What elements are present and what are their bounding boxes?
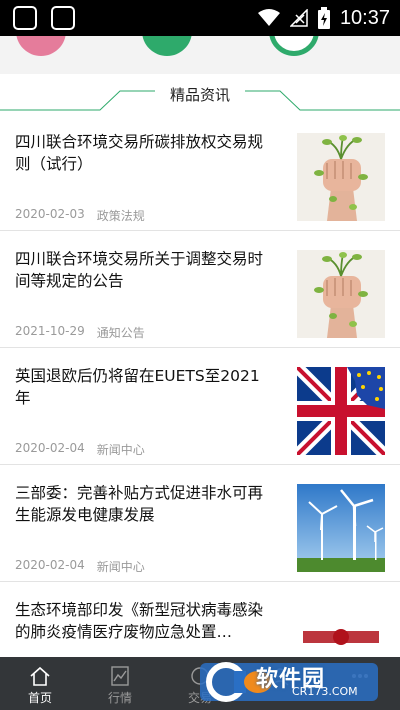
article-category: 通知公告: [96, 326, 145, 340]
article-date: 2020-02-04: [15, 558, 85, 572]
section-header: 精品资讯: [0, 74, 400, 114]
article-title: 四川联合环境交易所关于调整交易时间等规定的公告: [15, 250, 264, 290]
watermark-logo: 软件园 CR173.COM: [200, 659, 380, 705]
nav-label: 行情: [107, 691, 132, 705]
nav-market[interactable]: 行情: [90, 665, 150, 707]
article-title: 英国退欧后仍将留在EUETS至2021年: [15, 367, 260, 407]
category-icon[interactable]: [269, 36, 319, 56]
home-icon: [30, 666, 50, 686]
battery-charging-icon: [317, 7, 330, 29]
article-category: 新闻中心: [96, 443, 145, 457]
list-item[interactable]: 四川联合环境交易所关于调整交易时间等规定的公告 2021-10-29 通知公告: [0, 231, 400, 348]
notification-icon: [13, 6, 37, 30]
article-title: 四川联合环境交易所碳排放权交易规则（试行）: [15, 133, 264, 173]
category-shortcuts: [0, 36, 400, 74]
article-thumbnail: [297, 133, 385, 221]
clock: 10:37: [339, 6, 390, 29]
watermark-url: CR173.COM: [292, 685, 358, 698]
category-icon[interactable]: [16, 36, 66, 56]
nav-label: 首页: [27, 691, 52, 705]
article-category: 政策法规: [96, 209, 145, 223]
category-icon[interactable]: [142, 36, 192, 56]
article-thumbnail: [297, 484, 385, 572]
article-title: 生态环境部印发《新型冠状病毒感染的肺炎疫情医疗废物应急处置…: [15, 601, 264, 641]
article-date: 2021-10-29: [15, 324, 85, 338]
notification-icon: [51, 6, 75, 30]
article-thumbnail: [297, 367, 385, 455]
nav-home[interactable]: 首页: [10, 665, 70, 707]
status-bar: 10:37: [0, 0, 400, 36]
article-date: 2020-02-04: [15, 441, 85, 455]
chart-icon: [111, 666, 129, 686]
list-item[interactable]: 三部委：完善补贴方式促进非水可再生能源发电健康发展 2020-02-04 新闻中…: [0, 465, 400, 582]
article-category: 新闻中心: [96, 560, 145, 574]
section-title: 精品资讯: [169, 86, 230, 104]
list-item[interactable]: 英国退欧后仍将留在EUETS至2021年 2020-02-04 新闻中心: [0, 348, 400, 465]
article-date: 2020-02-03: [15, 207, 85, 221]
article-thumbnail: [297, 250, 385, 338]
list-item[interactable]: 四川联合环境交易所碳排放权交易规则（试行） 2020-02-03 政策法规: [0, 114, 400, 231]
wifi-icon: [257, 9, 280, 26]
signal-off-icon: [289, 9, 308, 27]
article-title: 三部委：完善补贴方式促进非水可再生能源发电健康发展: [15, 484, 264, 524]
news-list: 四川联合环境交易所碳排放权交易规则（试行） 2020-02-03 政策法规 四川…: [0, 114, 400, 699]
